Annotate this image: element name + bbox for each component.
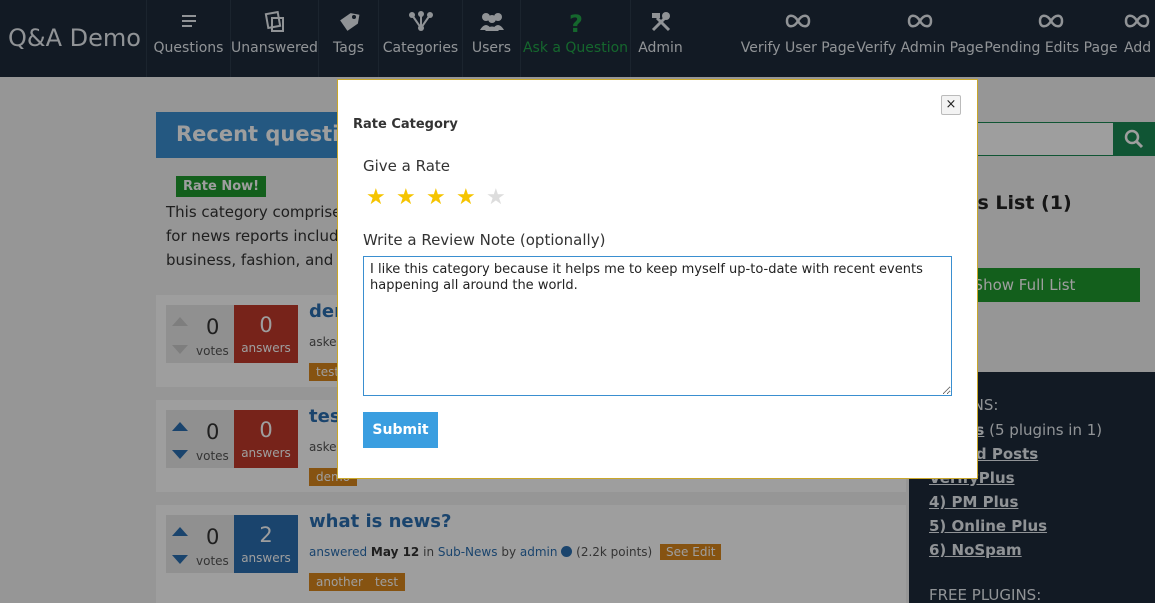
star-icon[interactable]: ★ [486, 183, 516, 213]
star-icon[interactable]: ★ [426, 183, 456, 213]
review-note-label: Write a Review Note (optionally) [363, 231, 606, 249]
rate-category-dialog: × Rate Category Give a Rate ★ ★ ★ ★ ★ Write … [337, 79, 978, 479]
submit-button[interactable]: Submit [363, 412, 438, 448]
dialog-title: Rate Category [353, 117, 458, 132]
star-icon[interactable]: ★ [456, 183, 486, 213]
star-icon[interactable]: ★ [366, 183, 396, 213]
close-button[interactable]: × [941, 95, 961, 115]
review-note-textarea[interactable]: I like this category because it helps me… [363, 256, 952, 396]
give-rate-label: Give a Rate [363, 157, 451, 175]
star-rating[interactable]: ★ ★ ★ ★ ★ [366, 183, 516, 213]
star-icon[interactable]: ★ [396, 183, 426, 213]
